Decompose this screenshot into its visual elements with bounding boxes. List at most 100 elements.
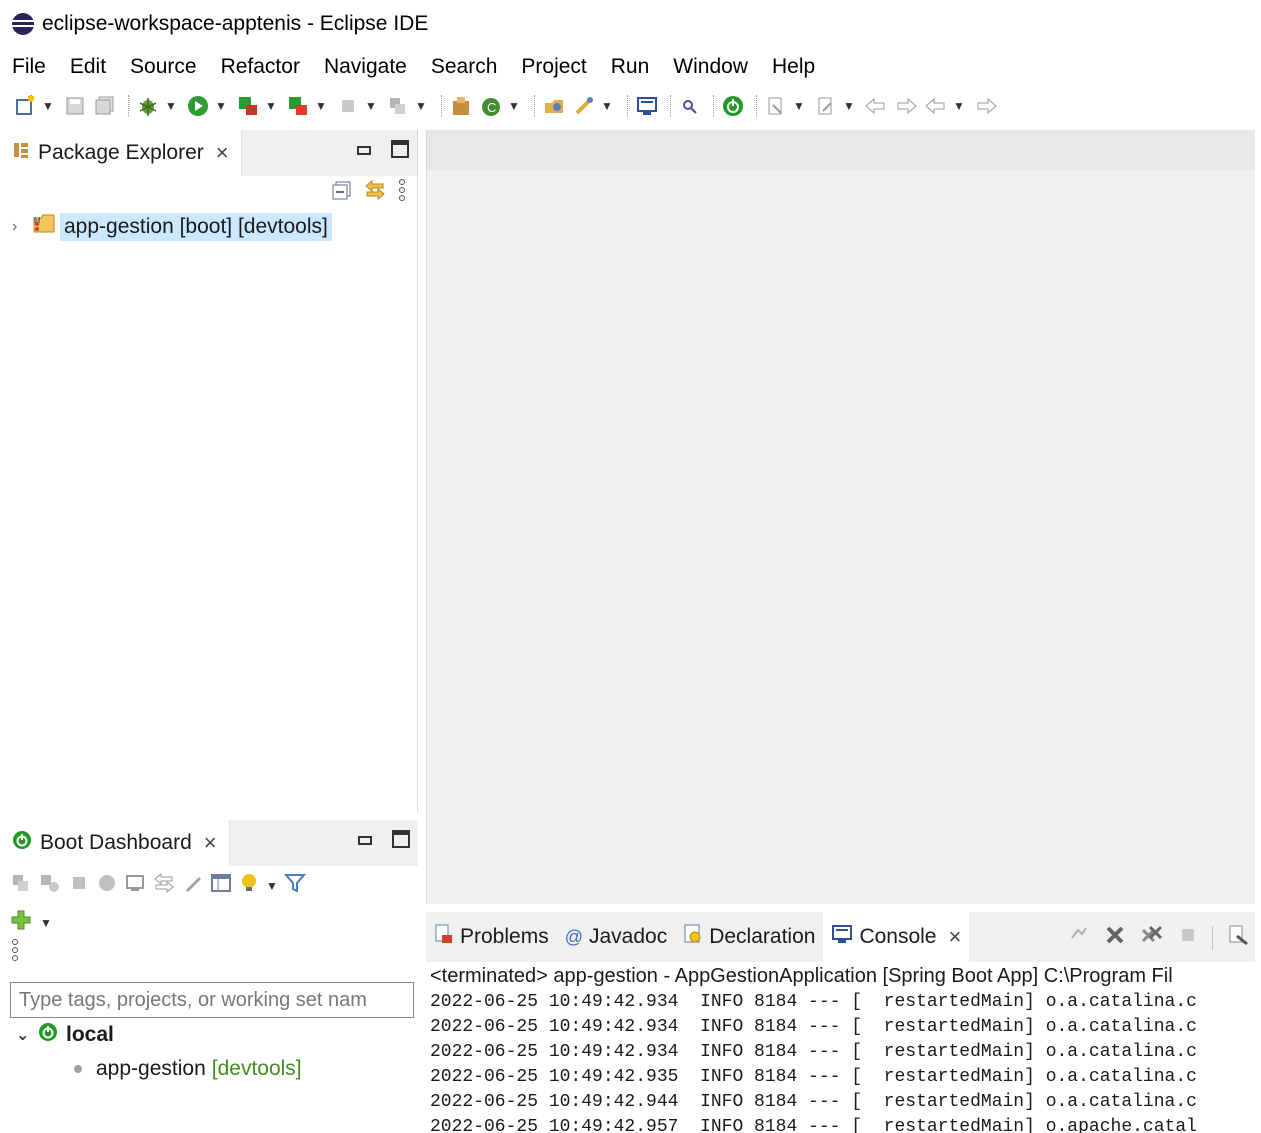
console-line: 2022-06-25 10:49:42.934 INFO 8184 --- [ … — [430, 1042, 1197, 1062]
menu-edit[interactable]: Edit — [70, 55, 106, 79]
boot-relaunch-icon[interactable] — [385, 93, 411, 119]
next-annotation-icon[interactable] — [763, 93, 789, 119]
app-name: app-gestion — [96, 1057, 206, 1080]
external-dropdown-icon[interactable]: ▼ — [315, 99, 327, 113]
tab-boot-dashboard[interactable]: Boot Dashboard × — [6, 820, 230, 866]
collapse-all-icon[interactable] — [331, 179, 353, 207]
new-dropdown-icon[interactable]: ▼ — [42, 99, 54, 113]
remove-launch-icon[interactable] — [1104, 924, 1126, 952]
debug-start-icon[interactable] — [38, 872, 62, 900]
table-icon[interactable] — [210, 872, 232, 900]
menu-file[interactable]: File — [12, 55, 46, 79]
add-icon[interactable] — [10, 909, 32, 937]
project-label[interactable]: app-gestion [boot] [devtools] — [60, 213, 332, 241]
menu-search[interactable]: Search — [431, 55, 498, 79]
minimize-icon[interactable] — [355, 140, 373, 158]
menu-project[interactable]: Project — [521, 55, 586, 79]
app-row[interactable]: app-gestion [devtools] — [6, 1052, 418, 1086]
maximize-icon[interactable] — [392, 830, 410, 848]
open-type-icon[interactable] — [541, 93, 567, 119]
package-explorer-tab-label: Package Explorer — [38, 141, 204, 164]
remove-all-launches-icon[interactable] — [1140, 924, 1164, 952]
project-tree-row[interactable]: › M app-gestion [boot] [devtools] — [6, 210, 417, 244]
menu-run[interactable]: Run — [611, 55, 650, 79]
pause-icon[interactable] — [96, 872, 118, 900]
chevron-right-icon[interactable]: › — [12, 218, 32, 236]
save-all-icon[interactable] — [92, 93, 118, 119]
relaunch-dropdown-icon[interactable]: ▼ — [415, 99, 427, 113]
app-tag: [devtools] — [211, 1057, 302, 1080]
last-edit-icon[interactable] — [863, 93, 889, 119]
local-target-row[interactable]: ⌄ local — [6, 1018, 418, 1052]
run-icon[interactable] — [185, 93, 211, 119]
minimize-icon[interactable] — [356, 830, 374, 848]
boot-dashboard-view-menu — [6, 938, 418, 968]
search-icon[interactable] — [571, 93, 597, 119]
tags-search-field[interactable] — [10, 982, 414, 1018]
filter-icon[interactable] — [283, 872, 307, 900]
stop-icon[interactable] — [335, 93, 361, 119]
tab-javadoc[interactable]: @ Javadoc — [557, 912, 676, 962]
run-coverage-icon[interactable] — [235, 93, 261, 119]
menu-navigate[interactable]: Navigate — [324, 55, 407, 79]
search-dropdown-icon[interactable]: ▼ — [601, 99, 613, 113]
open-console-icon[interactable] — [124, 872, 146, 900]
terminate-icon[interactable] — [1178, 925, 1198, 951]
console-line: 2022-06-25 10:49:42.944 INFO 8184 --- [ … — [430, 1092, 1197, 1112]
link-icon[interactable] — [152, 872, 176, 900]
close-icon[interactable]: × — [216, 140, 229, 166]
back-icon[interactable] — [923, 93, 949, 119]
menu-window[interactable]: Window — [673, 55, 748, 79]
console-icon[interactable] — [634, 93, 660, 119]
console-line: 2022-06-25 10:49:42.935 INFO 8184 --- [ … — [430, 1067, 1197, 1087]
menu-help[interactable]: Help — [772, 55, 815, 79]
debug-icon[interactable] — [135, 93, 161, 119]
save-icon[interactable] — [62, 93, 88, 119]
new-wizard-icon[interactable] — [12, 93, 38, 119]
previous-annotation-icon[interactable] — [813, 93, 839, 119]
maximize-icon[interactable] — [391, 140, 409, 158]
tab-package-explorer[interactable]: Package Explorer × — [6, 130, 242, 176]
close-icon[interactable]: × — [204, 830, 217, 856]
add-dropdown-icon[interactable]: ▼ — [40, 916, 52, 930]
package-explorer-panel: Package Explorer × › M app-gestion [boot… — [6, 130, 418, 812]
forward-icon[interactable] — [973, 93, 999, 119]
coverage-dropdown-icon[interactable]: ▼ — [265, 99, 277, 113]
next-annotation-dropdown-icon[interactable]: ▼ — [793, 99, 805, 113]
package-explorer-tabbar: Package Explorer × — [6, 130, 417, 176]
previous-annotation-dropdown-icon[interactable]: ▼ — [843, 99, 855, 113]
menu-source[interactable]: Source — [130, 55, 197, 79]
back-dropdown-icon[interactable]: ▼ — [953, 99, 965, 113]
close-icon[interactable]: × — [949, 924, 962, 950]
view-menu-icon[interactable] — [397, 178, 407, 208]
stop-dropdown-icon[interactable]: ▼ — [365, 99, 377, 113]
lightbulb-icon[interactable] — [238, 872, 260, 900]
start-icon[interactable] — [10, 872, 32, 900]
tab-console[interactable]: Console × — [823, 912, 970, 962]
new-class-icon[interactable]: C — [478, 93, 504, 119]
debug-dropdown-icon[interactable]: ▼ — [165, 99, 177, 113]
boot-dashboard-icon[interactable] — [720, 93, 746, 119]
class-dropdown-icon[interactable]: ▼ — [508, 99, 520, 113]
menu-refactor[interactable]: Refactor — [221, 55, 300, 79]
console-line: 2022-06-25 10:49:42.934 INFO 8184 --- [ … — [430, 992, 1197, 1012]
tab-declaration[interactable]: Declaration — [675, 912, 823, 962]
console-panel: Problems @ Javadoc Declaration Console ×… — [426, 912, 1255, 1133]
last-edit-forward-icon[interactable] — [893, 93, 919, 119]
tags-search-input[interactable] — [19, 988, 413, 1012]
lightbulb-dropdown-icon[interactable]: ▼ — [266, 879, 278, 893]
chevron-down-icon[interactable]: ⌄ — [16, 1025, 38, 1045]
new-package-icon[interactable] — [448, 93, 474, 119]
spring-icon[interactable] — [677, 93, 703, 119]
link-with-editor-icon[interactable] — [363, 179, 387, 207]
clear-console-icon[interactable] — [1227, 924, 1249, 952]
problems-tab-label: Problems — [460, 925, 549, 948]
run-dropdown-icon[interactable]: ▼ — [215, 99, 227, 113]
edit-icon[interactable] — [182, 872, 204, 900]
stop-icon[interactable] — [68, 872, 90, 900]
console-output[interactable]: 2022-06-25 10:49:42.934 INFO 8184 --- [ … — [426, 990, 1255, 1133]
terminate-relaunch-icon[interactable] — [1068, 924, 1090, 952]
view-menu-icon[interactable] — [10, 938, 20, 968]
tab-problems[interactable]: Problems — [426, 912, 557, 962]
external-tools-icon[interactable] — [285, 93, 311, 119]
